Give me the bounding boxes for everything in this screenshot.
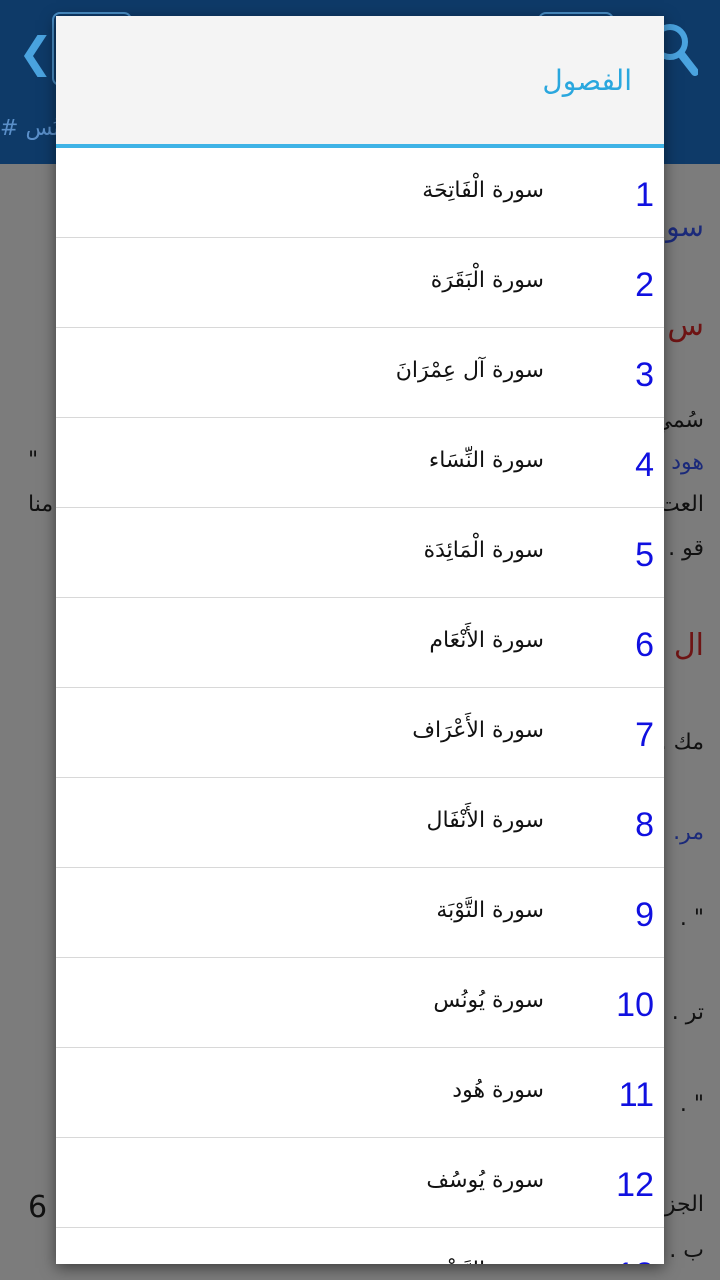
chapter-number: 8 xyxy=(635,806,654,844)
chapter-number: 12 xyxy=(616,1166,654,1204)
chapter-name: سورة الْبَقَرَة xyxy=(430,268,544,293)
background-text: . " xyxy=(679,1092,704,1117)
chapter-number: 10 xyxy=(616,986,654,1024)
chapter-list-item[interactable]: سورة الْبَقَرَة 2 xyxy=(56,238,664,328)
chapter-name: سورة الأَعْرَاف xyxy=(412,718,544,743)
chapter-name: سورة يُونُس xyxy=(433,988,544,1013)
chapter-name: سورة الْفَاتِحَة xyxy=(422,178,544,203)
background-text: الجز xyxy=(664,1192,704,1217)
chapter-list-item[interactable]: سورة النِّسَاء 4 xyxy=(56,418,664,508)
chapter-name: سورة الأَنْعَام xyxy=(429,628,544,653)
chapter-name: سورة الْمَائِدَة xyxy=(423,538,544,563)
dialog-title: الفصول xyxy=(542,63,632,97)
chapter-list-item[interactable]: سورة يُوسُف 12 xyxy=(56,1138,664,1228)
chapter-number: 5 xyxy=(635,536,654,574)
chapters-dialog: الفصول سورة الْفَاتِحَة 1 سورة الْبَقَرَة 2… xyxy=(56,16,664,1264)
chapter-number: 7 xyxy=(635,716,654,754)
background-text: " xyxy=(28,448,39,473)
back-chevron-icon[interactable]: ❮ xyxy=(18,28,53,77)
background-text: هود xyxy=(671,450,704,475)
background-text: . مك xyxy=(659,730,704,755)
background-text: سو xyxy=(666,210,704,243)
background-text: .مر xyxy=(673,820,704,845)
chapter-name: سورة التَّوْبَة xyxy=(436,898,544,923)
chapter-name: سورة هُود xyxy=(452,1078,544,1103)
chapter-number: 11 xyxy=(618,1076,654,1114)
background-text: منا xyxy=(28,492,54,517)
dialog-header: الفصول xyxy=(56,16,664,148)
chapter-number: 6 xyxy=(635,626,654,664)
chapter-list-item[interactable]: سورة الأَعْرَاف 7 xyxy=(56,688,664,778)
chapter-list-item[interactable]: سورة الأَنْفَال 8 xyxy=(56,778,664,868)
chapter-number: 13 xyxy=(616,1228,654,1264)
chapter-name: سورة النِّسَاء xyxy=(428,448,544,473)
chapter-name: سورة آل عِمْرَانَ xyxy=(395,358,544,383)
chapter-list-item[interactable]: سورة يُونُس 10 xyxy=(56,958,664,1048)
background-text: . تر xyxy=(671,1000,704,1025)
background-text: . قو xyxy=(668,536,704,561)
chapter-name: سورة الرَّعْد xyxy=(435,1228,544,1264)
chapter-list-item[interactable]: سورة التَّوْبَة 9 xyxy=(56,868,664,958)
background-text: . " xyxy=(679,906,704,931)
chapter-number: 3 xyxy=(635,356,654,394)
chapter-number: 4 xyxy=(635,446,654,484)
chapter-list-item[interactable]: سورة الْمَائِدَة 5 xyxy=(56,508,664,598)
chapter-number: 1 xyxy=(635,176,654,214)
background-text: 6 xyxy=(28,1190,48,1225)
chapter-list-item[interactable]: سورة الأَنْعَام 6 xyxy=(56,598,664,688)
chapter-list-item[interactable]: سورة الْفَاتِحَة 1 xyxy=(56,148,664,238)
chapter-name: سورة يُوسُف xyxy=(426,1168,544,1193)
chapter-list-item[interactable]: سورة هُود 11 xyxy=(56,1048,664,1138)
chapter-list[interactable]: سورة الْفَاتِحَة 1 سورة الْبَقَرَة 2 سورة آل… xyxy=(56,148,664,1264)
background-text: . ب xyxy=(669,1238,704,1263)
chapter-name: سورة الأَنْفَال xyxy=(426,808,544,833)
chapter-list-item[interactable]: سورة آل عِمْرَانَ 3 xyxy=(56,328,664,418)
chapter-list-item[interactable]: سورة الرَّعْد 13 xyxy=(56,1228,664,1264)
background-text: العت xyxy=(658,492,704,517)
chapter-number: 9 xyxy=(635,896,654,934)
chapter-number: 2 xyxy=(635,266,654,304)
